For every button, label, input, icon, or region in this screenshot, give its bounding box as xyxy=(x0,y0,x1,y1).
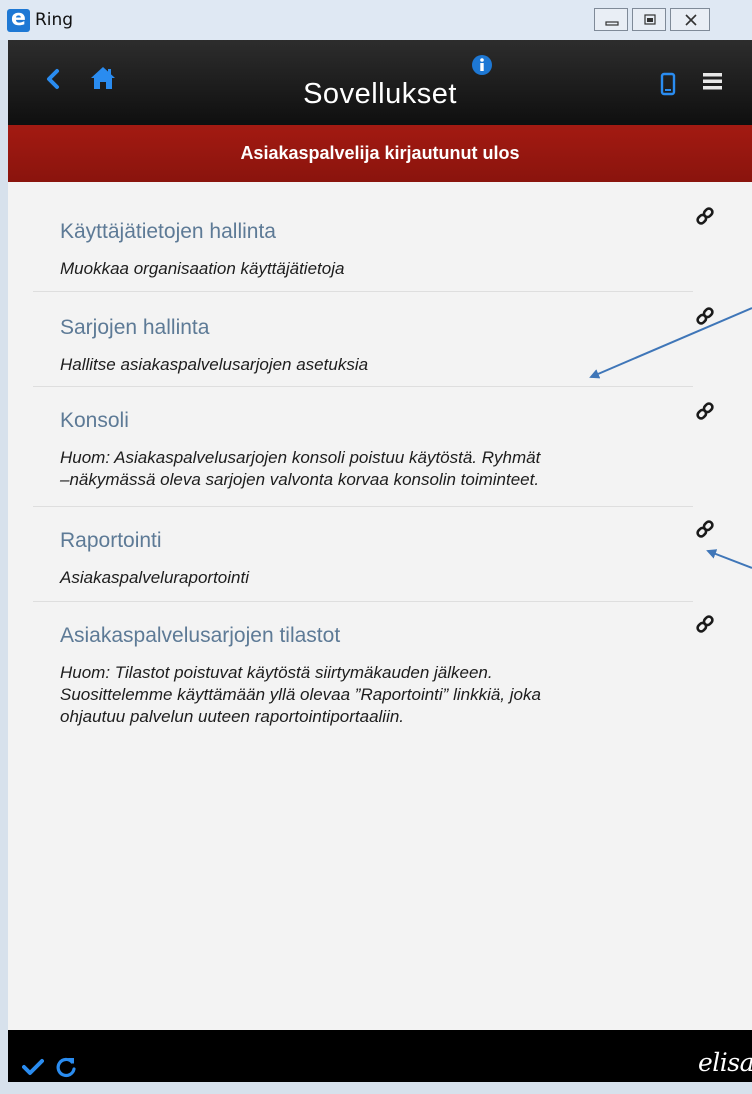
window-bottom-border xyxy=(0,1082,752,1094)
status-banner: Asiakaspalvelija kirjautunut ulos xyxy=(8,125,752,182)
maximize-button[interactable] xyxy=(632,8,666,31)
device-icon[interactable] xyxy=(660,72,676,96)
refresh-icon[interactable] xyxy=(55,1056,77,1078)
list-item-description: Huom: Tilastot poistuvat käytöstä siirty… xyxy=(60,662,700,728)
list-item-raportointi[interactable]: Raportointi Asiakaspalveluraportointi xyxy=(33,507,693,602)
link-icon[interactable] xyxy=(695,306,715,326)
list-item-description: Huom: Asiakaspalvelusarjojen konsoli poi… xyxy=(60,447,700,491)
description-line: Huom: Asiakaspalvelusarjojen konsoli poi… xyxy=(60,448,541,467)
description-line: Huom: Tilastot poistuvat käytöstä siirty… xyxy=(60,663,493,682)
list-item-title: Käyttäjätietojen hallinta xyxy=(60,220,276,243)
list-item-description: Asiakaspalveluraportointi xyxy=(60,567,700,589)
info-icon[interactable] xyxy=(471,54,493,76)
maximize-icon xyxy=(644,14,656,25)
list-item-title: Konsoli xyxy=(60,409,129,432)
description-line: Asiakaspalveluraportointi xyxy=(60,568,249,587)
list-item-sarjojen-hallinta[interactable]: Sarjojen hallinta Hallitse asiakaspalvel… xyxy=(33,292,693,387)
link-icon[interactable] xyxy=(695,206,715,226)
window-title: Ring xyxy=(35,10,74,30)
list-item-title: Sarjojen hallinta xyxy=(60,316,210,339)
list-item-description: Hallitse asiakaspalvelusarjojen asetuksi… xyxy=(60,354,700,376)
list-item-konsoli[interactable]: Konsoli Huom: Asiakaspalvelusarjojen kon… xyxy=(33,387,693,507)
link-icon[interactable] xyxy=(695,401,715,421)
app-logo-icon: e xyxy=(7,8,30,32)
list-item-asiakaspalvelusarjojen-tilastot[interactable]: Asiakaspalvelusarjojen tilastot Huom: Ti… xyxy=(33,602,693,742)
application-list: Käyttäjätietojen hallinta Muokkaa organi… xyxy=(8,182,752,1030)
brand-logo: elisa xyxy=(698,1048,752,1077)
window-titlebar: e Ring xyxy=(0,0,752,41)
description-line: Muokkaa organisaation käyttäjätietoja xyxy=(60,259,345,278)
description-line: Hallitse asiakaspalvelusarjojen asetuksi… xyxy=(60,355,369,374)
check-icon[interactable] xyxy=(22,1058,44,1076)
app-header: Sovellukset xyxy=(8,40,752,125)
footer-bar xyxy=(8,1030,752,1082)
list-item-kayttajatietojen-hallinta[interactable]: Käyttäjätietojen hallinta Muokkaa organi… xyxy=(33,182,693,292)
description-line: ohjautuu palvelun uuteen raportointiport… xyxy=(60,707,405,726)
list-item-description: Muokkaa organisaation käyttäjätietoja xyxy=(60,258,700,280)
close-button[interactable] xyxy=(670,8,710,31)
description-line: Suosittelemme käyttämään yllä olevaa ”Ra… xyxy=(60,685,541,704)
description-line: –näkymässä oleva sarjojen valvonta korva… xyxy=(60,470,540,489)
link-icon[interactable] xyxy=(695,614,715,634)
list-item-title: Asiakaspalvelusarjojen tilastot xyxy=(60,624,341,647)
page-title: Sovellukset xyxy=(303,78,457,110)
list-item-title: Raportointi xyxy=(60,529,162,552)
link-icon[interactable] xyxy=(695,519,715,539)
menu-icon[interactable] xyxy=(702,70,724,92)
minimize-icon xyxy=(605,21,619,26)
minimize-button[interactable] xyxy=(594,8,628,31)
close-icon xyxy=(685,14,697,26)
